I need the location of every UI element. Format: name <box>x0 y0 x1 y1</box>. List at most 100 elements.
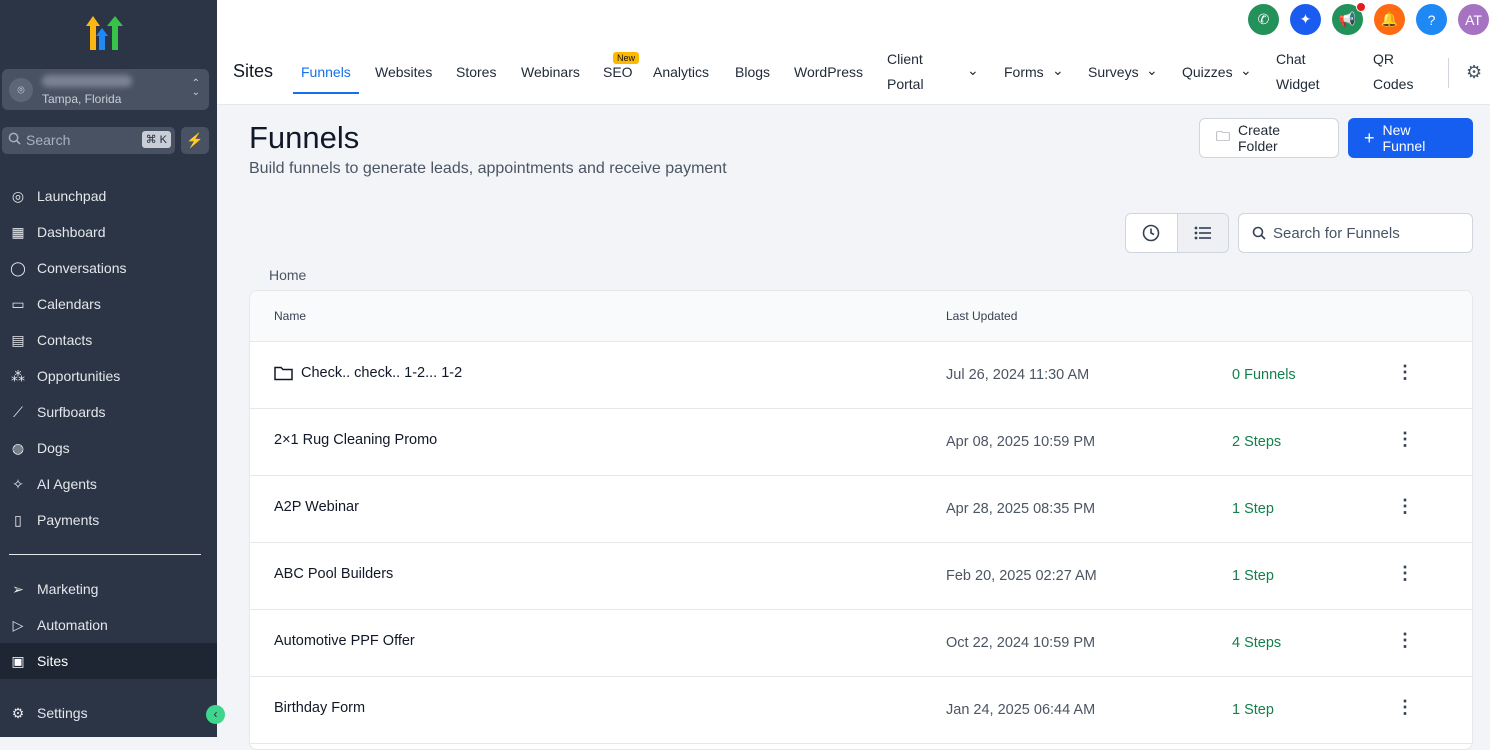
tab-forms[interactable]: Forms <box>1004 60 1044 85</box>
sidebar-item-dashboard[interactable]: ▦ Dashboard <box>0 214 217 250</box>
shortcut-badge: ⌘ K <box>141 131 171 148</box>
sidebar-item-ai-agents[interactable]: ✧ AI Agents <box>0 466 217 502</box>
sidebar-item-sites[interactable]: ▣ Sites <box>0 643 217 679</box>
row-name[interactable]: 2×1 Rug Cleaning Promo <box>274 432 437 448</box>
location-city: Tampa, Florida <box>42 92 122 106</box>
table-row[interactable]: Automotive PPF Offer Oct 22, 2024 10:59 P… <box>250 610 1472 677</box>
row-last-updated: Jul 26, 2024 11:30 AM <box>946 367 1090 383</box>
sidebar-item-conversations[interactable]: ◯ Conversations <box>0 250 217 286</box>
tab-quizzes[interactable]: Quizzes <box>1182 60 1233 85</box>
row-count: 1 Step <box>1232 702 1274 718</box>
search-icon <box>8 132 21 148</box>
more-options-icon[interactable]: ⋮ <box>1396 362 1414 383</box>
sidebar-item-label: Dogs <box>37 440 70 456</box>
bell-icon[interactable]: 🔔 <box>1374 4 1405 35</box>
sidebar-item-contacts[interactable]: ▤ Contacts <box>0 322 217 358</box>
table-row[interactable]: A2P Webinar Apr 28, 2025 08:35 PM 1 Step ⋮ <box>250 476 1472 543</box>
row-name-text: ABC Pool Builders <box>274 566 394 582</box>
breadcrumb[interactable]: Home <box>269 267 306 283</box>
create-folder-button[interactable]: 🗀 Create Folder <box>1199 118 1339 158</box>
sidebar-item-marketing[interactable]: ➢ Marketing <box>0 571 217 607</box>
tab-websites[interactable]: Websites <box>375 60 432 85</box>
more-options-icon[interactable]: ⋮ <box>1396 630 1414 651</box>
tab-funnels[interactable]: Funnels <box>301 60 351 85</box>
sidebar-item-dogs[interactable]: ◍ Dogs <box>0 430 217 466</box>
clock-icon[interactable] <box>1126 214 1177 252</box>
row-name[interactable]: ABC Pool Builders <box>274 566 393 582</box>
table-row[interactable]: ABC Pool Builders Feb 20, 2025 02:27 AM 1 … <box>250 543 1472 610</box>
location-pin-icon: ⌾ <box>9 78 33 102</box>
more-options-icon[interactable]: ⋮ <box>1396 563 1414 584</box>
folder-plus-icon: 🗀 <box>1216 128 1230 144</box>
location-switcher[interactable]: ⌾ Tampa, Florida ⌃ ⌄ <box>2 69 209 110</box>
row-count: 2 Steps <box>1232 434 1282 450</box>
more-options-icon[interactable]: ⋮ <box>1396 429 1414 450</box>
tab-chat-widget[interactable]: Chat Widget <box>1276 47 1326 97</box>
announcement-icon[interactable]: 📢 <box>1332 2 1366 35</box>
rocket-icon: ◎ <box>11 187 25 204</box>
row-name-text: A2P Webinar <box>274 499 359 515</box>
gear-icon[interactable]: ⚙ <box>1466 60 1482 85</box>
row-name-text: 2×1 Rug Cleaning Promo <box>274 432 438 448</box>
column-last-updated[interactable]: Last Updated <box>946 309 1017 323</box>
contacts-icon: ▤ <box>11 331 25 348</box>
sidebar-item-label: Dashboard <box>37 224 106 240</box>
sidebar-item-label: Automation <box>37 617 108 633</box>
play-icon: ▷ <box>12 616 24 633</box>
sidebar-item-settings[interactable]: ⚙ Settings <box>0 695 217 731</box>
collapse-sidebar-button[interactable]: ‹ <box>206 705 225 724</box>
sidebar-item-label: Launchpad <box>37 188 107 204</box>
page-subtitle: Build funnels to generate leads, appoint… <box>249 160 727 177</box>
row-name[interactable]: Check.. check.. 1-2... 1-2 <box>274 365 462 381</box>
avatar[interactable]: AT <box>1458 4 1489 35</box>
tab-blogs[interactable]: Blogs <box>735 60 770 85</box>
calendar-icon: ▭ <box>11 295 25 312</box>
sidebar-item-opportunities[interactable]: ⁂ Opportunities <box>0 358 217 394</box>
search-placeholder: Search for Funnels <box>1273 225 1400 242</box>
tab-webinars[interactable]: Webinars <box>521 60 580 85</box>
tab-surveys[interactable]: Surveys <box>1088 60 1139 85</box>
row-name-text: Check.. check.. 1-2... 1-2 <box>301 365 463 381</box>
chevron-down-icon[interactable]: ⌄ <box>1146 58 1158 83</box>
more-options-icon[interactable]: ⋮ <box>1396 697 1414 718</box>
table-row[interactable]: Birthday Form Jan 24, 2025 06:44 AM 1 Step… <box>250 677 1472 744</box>
row-name[interactable]: A2P Webinar <box>274 499 359 515</box>
tab-wordpress[interactable]: WordPress <box>794 60 863 85</box>
chevron-down-icon[interactable]: ⌄ <box>1052 58 1064 83</box>
sidebar-item-launchpad[interactable]: ◎ Launchpad <box>0 178 217 214</box>
chevron-down-icon[interactable]: ⌄ <box>967 58 979 83</box>
search-placeholder: Search <box>26 132 71 148</box>
help-icon[interactable]: ? <box>1416 4 1447 35</box>
chevron-down-icon[interactable]: ⌄ <box>1240 58 1252 83</box>
more-options-icon[interactable]: ⋮ <box>1396 496 1414 517</box>
tab-analytics[interactable]: Analytics <box>653 60 709 85</box>
column-name[interactable]: Name <box>274 309 306 323</box>
sidebar-divider <box>9 554 201 555</box>
tab-client-portal[interactable]: Client Portal <box>887 47 937 97</box>
new-funnel-button[interactable]: + New Funnel <box>1348 118 1473 158</box>
tab-qr-codes[interactable]: QR Codes <box>1373 47 1418 97</box>
active-tab-underline <box>293 92 359 94</box>
list-view-icon[interactable] <box>1176 214 1228 252</box>
ai-sparkle-icon[interactable]: ✦ <box>1290 4 1321 35</box>
network-icon: ⁂ <box>11 367 25 384</box>
row-name[interactable]: Birthday Form <box>274 700 365 716</box>
tab-seo[interactable]: SEO <box>603 60 633 85</box>
chat-icon: ◯ <box>10 259 26 276</box>
sidebar-item-payments[interactable]: ▯ Payments <box>0 502 217 538</box>
phone-icon[interactable]: ✆ <box>1248 4 1279 35</box>
sidebar-item-surfboards[interactable]: ⟋ Surfboards <box>0 394 217 430</box>
row-count: 4 Steps <box>1232 635 1282 651</box>
sidebar-item-calendars[interactable]: ▭ Calendars <box>0 286 217 322</box>
send-icon: ➢ <box>12 580 24 597</box>
sidebar-item-automation[interactable]: ▷ Automation <box>0 607 217 643</box>
tab-stores[interactable]: Stores <box>456 60 496 85</box>
table-row[interactable]: 2×1 Rug Cleaning Promo Apr 08, 2025 10:59… <box>250 409 1472 476</box>
quick-action-bolt-icon[interactable]: ⚡ <box>181 127 209 154</box>
funnel-search-input[interactable]: Search for Funnels <box>1238 213 1473 253</box>
table-row[interactable]: Check.. check.. 1-2... 1-2 Jul 26, 2024 1… <box>250 342 1472 409</box>
row-name[interactable]: Automotive PPF Offer <box>274 633 415 649</box>
view-toggle <box>1125 213 1229 253</box>
sidebar-search[interactable]: Search ⌘ K <box>2 127 175 154</box>
sidebar: ⌾ Tampa, Florida ⌃ ⌄ Search ⌘ K ⚡ ◎ Launch… <box>0 0 217 737</box>
